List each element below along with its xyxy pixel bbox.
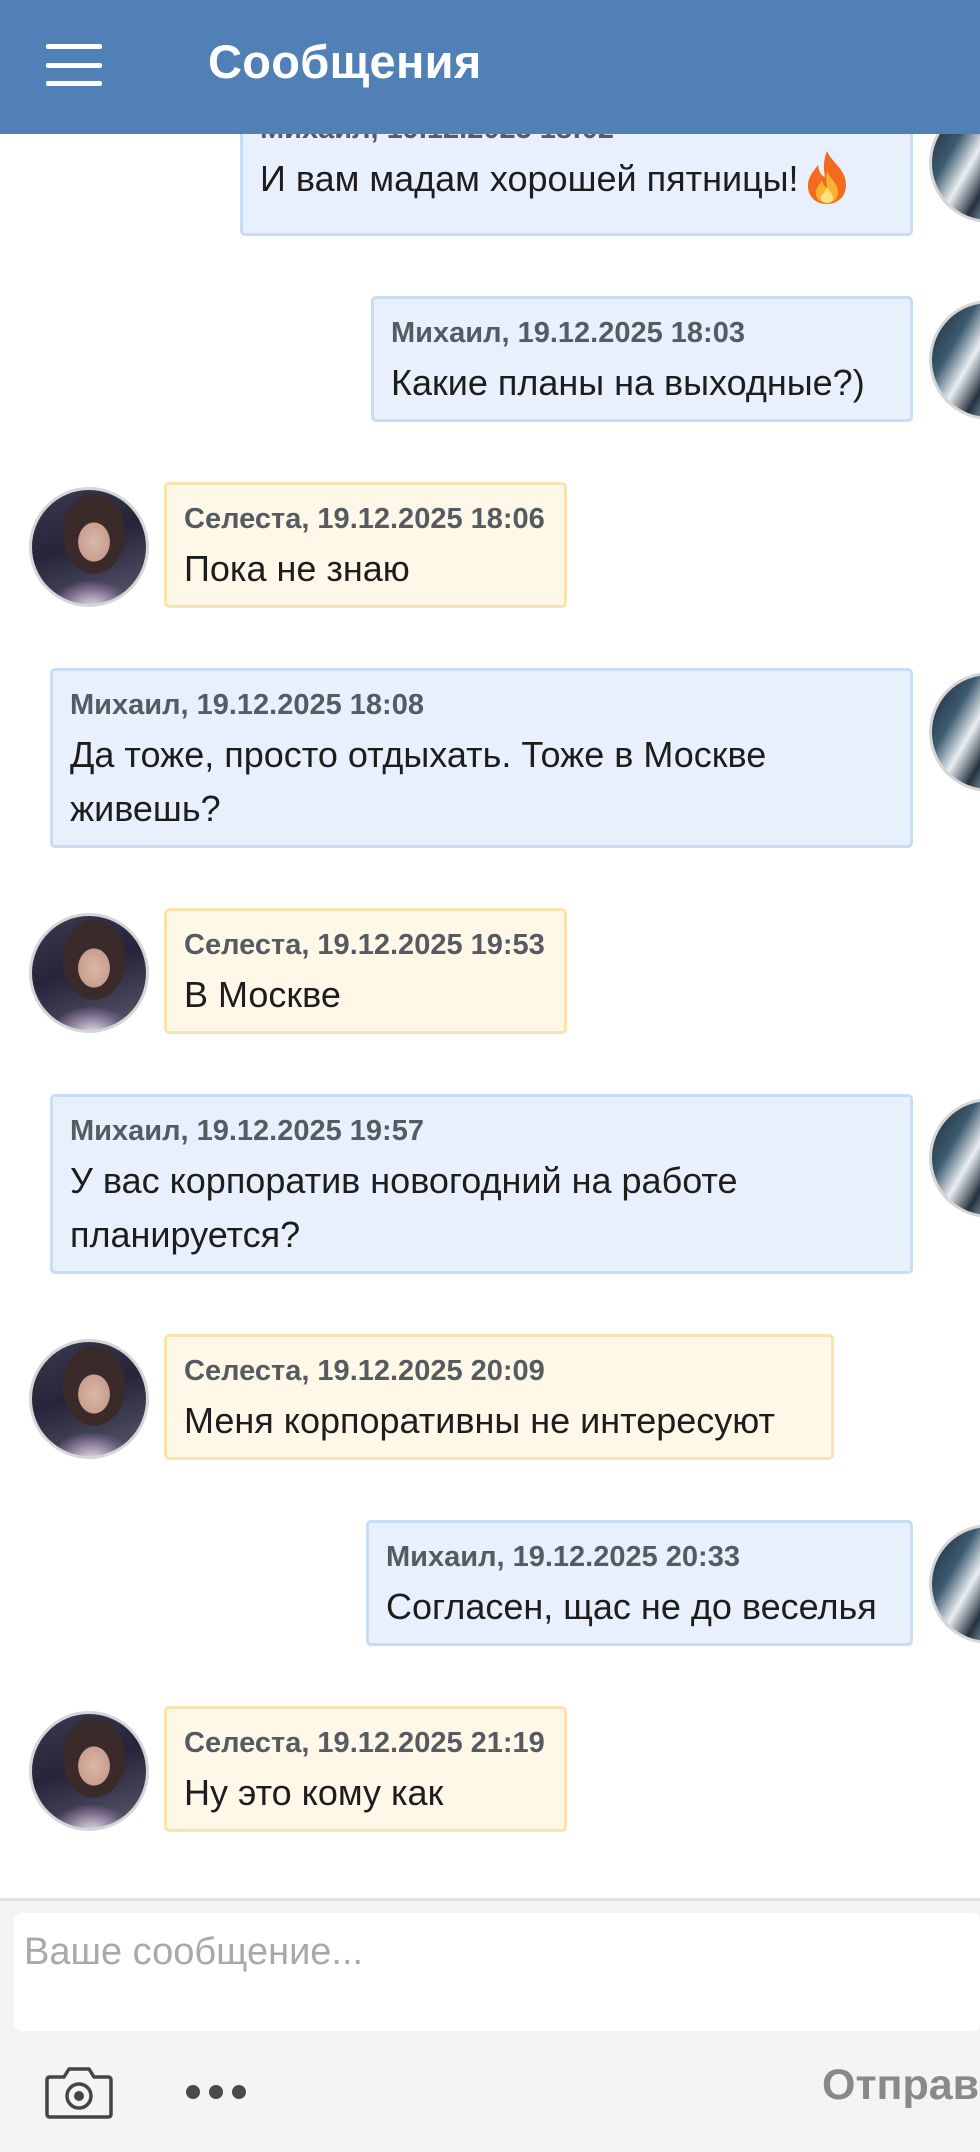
message-text: Пока не знаю	[184, 548, 410, 589]
message-meta: Селеста, 19.12.2025 20:09	[184, 1355, 545, 1387]
message-meta: Михаил, 19.12.2025 20:33	[386, 1541, 740, 1573]
message-bubble-mine: Михаил, 19.12.2025 18:03 Какие планы на …	[371, 296, 913, 422]
message-text: У вас корпоратив новогодний на работе пл…	[70, 1160, 738, 1255]
message-text: Меня корпоративны не интересуют	[184, 1400, 775, 1441]
camera-icon[interactable]	[44, 2065, 114, 2119]
message-text: И вам мадам хорошей пятницы!	[260, 158, 799, 199]
message-bubble-mine: Михаил, 19.12.2025 19:57 У вас корпорати…	[50, 1094, 913, 1274]
fire-emoji-icon	[802, 149, 852, 205]
message-bubble-theirs: Селеста, 19.12.2025 21:19 Ну это кому ка…	[164, 1706, 567, 1832]
message-meta: Селеста, 19.12.2025 18:06	[184, 503, 545, 535]
page-title: Сообщения	[208, 35, 482, 88]
message-text: В Москве	[184, 974, 341, 1015]
app-header: Сообщения	[0, 0, 980, 134]
message-meta: Михаил, 19.12.2025 19:57	[70, 1115, 424, 1147]
message-composer: Отправ	[0, 1898, 980, 2152]
message-meta: Михаил, 19.12.2025 18:03	[391, 317, 745, 349]
avatar-mikhail[interactable]	[929, 1098, 980, 1218]
message-input-container	[14, 1913, 980, 2031]
message-bubble-theirs: Селеста, 19.12.2025 19:53 В Москве	[164, 908, 567, 1034]
message-bubble-mine: Михаил, 19.12.2025 18:08 Да тоже, просто…	[50, 668, 913, 848]
message-text: Да тоже, просто отдыхать. Тоже в Москве …	[70, 734, 767, 829]
message-text: Согласен, щас не до веселья	[386, 1586, 877, 1627]
message-meta: Михаил, 19.12.2025 18:08	[70, 689, 424, 721]
message-input[interactable]	[14, 1913, 980, 2031]
message-list[interactable]: Михаил, 19.12.2025 18:02 И вам мадам хор…	[0, 0, 980, 1898]
send-button[interactable]: Отправ	[822, 2061, 979, 2110]
hamburger-menu-icon[interactable]	[46, 44, 102, 86]
avatar-celesta[interactable]	[29, 487, 149, 607]
message-bubble-mine: Михаил, 19.12.2025 20:33 Согласен, щас н…	[366, 1520, 913, 1646]
avatar-celesta[interactable]	[29, 1711, 149, 1831]
message-text: Ну это кому как	[184, 1772, 444, 1813]
more-dots-icon[interactable]	[184, 2075, 248, 2109]
message-text: Какие планы на выходные?)	[391, 362, 865, 403]
avatar-celesta[interactable]	[29, 913, 149, 1033]
avatar-mikhail[interactable]	[929, 1524, 980, 1644]
avatar-mikhail[interactable]	[929, 672, 980, 792]
message-meta: Селеста, 19.12.2025 19:53	[184, 929, 545, 961]
message-bubble-theirs: Селеста, 19.12.2025 18:06 Пока не знаю	[164, 482, 567, 608]
avatar-mikhail[interactable]	[929, 300, 980, 420]
message-bubble-theirs: Селеста, 19.12.2025 20:09 Меня корпорати…	[164, 1334, 834, 1460]
avatar-celesta[interactable]	[29, 1339, 149, 1459]
message-meta: Селеста, 19.12.2025 21:19	[184, 1727, 545, 1759]
chat-screen: Михаил, 19.12.2025 18:02 И вам мадам хор…	[0, 0, 980, 2152]
